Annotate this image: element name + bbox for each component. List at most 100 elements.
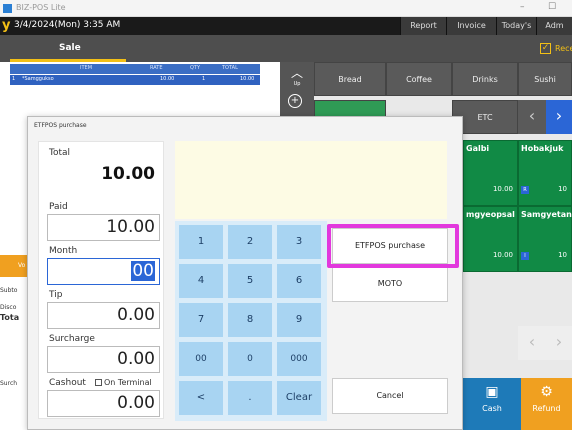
minimize-icon[interactable]: – xyxy=(520,2,525,12)
app-icon xyxy=(3,4,12,13)
row-rate: 10.00 xyxy=(160,76,175,82)
chevron-left-icon[interactable]: ‹ xyxy=(518,100,546,134)
key-5[interactable]: 5 xyxy=(228,264,272,298)
refund-label: Refund xyxy=(532,404,561,413)
tip-field[interactable]: 0.00 xyxy=(47,302,160,329)
dialog-title: ETFPOS purchase xyxy=(34,122,87,129)
key-3[interactable]: 3 xyxy=(277,225,321,259)
key-1[interactable]: 1 xyxy=(179,225,223,259)
row-qty: 1 xyxy=(202,76,206,82)
key-backspace[interactable]: < xyxy=(179,381,223,415)
discount-label: Disco xyxy=(0,304,17,311)
key-000[interactable]: 000 xyxy=(277,342,321,376)
row-total: 10.00 xyxy=(240,76,255,82)
receipt-label: Rece xyxy=(555,44,572,53)
on-terminal-checkbox[interactable] xyxy=(95,379,102,386)
numeric-keypad: 1 2 3 4 5 6 7 8 9 00 0 000 < . Clear xyxy=(175,221,327,421)
cashout-label: Cashout xyxy=(49,378,86,388)
etfpos-purchase-dialog: ETFPOS purchase Total 10.00 Paid 10.00 M… xyxy=(27,116,463,430)
surcharge-side-label: Surch xyxy=(0,380,18,387)
category-bread[interactable]: Bread xyxy=(314,62,386,96)
date-time: 3/4/2024(Mon) 3:35 AM xyxy=(14,20,121,30)
focus-highlight xyxy=(327,224,459,268)
key-2[interactable]: 2 xyxy=(228,225,272,259)
refund-button[interactable]: ⚙ Refund xyxy=(521,378,572,430)
key-4[interactable]: 4 xyxy=(179,264,223,298)
key-decimal[interactable]: . xyxy=(228,381,272,415)
chevron-up-icon: ︿ xyxy=(290,66,303,80)
product-name: Samgyetang xyxy=(521,210,572,219)
cashout-field[interactable]: 0.00 xyxy=(47,390,160,417)
payment-fields: Total 10.00 Paid 10.00 Month 00 Tip 0.00… xyxy=(38,141,164,419)
col-rate: RATE xyxy=(150,65,163,71)
surcharge-label: Surcharge xyxy=(49,334,95,344)
chevron-left-icon[interactable]: ‹ xyxy=(518,326,546,360)
month-value: 00 xyxy=(131,261,155,281)
product-samgyetang[interactable]: Samgyetang I 10 xyxy=(518,206,572,272)
product-galbi[interactable]: Galbi 10.00 xyxy=(463,140,518,206)
product-name: Galbi xyxy=(466,144,490,153)
table-row[interactable]: 1 *Samggukso 10.00 1 10.00 xyxy=(10,75,260,85)
cash-label: Cash xyxy=(482,404,502,413)
paid-label: Paid xyxy=(49,202,68,212)
col-total: TOTAL xyxy=(222,65,238,71)
on-terminal-label: On Terminal xyxy=(104,378,152,387)
invoice-button[interactable]: Invoice xyxy=(446,17,496,35)
key-9[interactable]: 9 xyxy=(277,303,321,337)
receipt-checkbox[interactable]: ✓ xyxy=(540,43,551,54)
product-tag: I xyxy=(521,252,529,260)
product-price: 10.00 xyxy=(492,185,513,193)
tip-label: Tip xyxy=(49,290,63,300)
key-clear[interactable]: Clear xyxy=(277,381,321,415)
key-7[interactable]: 7 xyxy=(179,303,223,337)
product-name: Hobakjuk xyxy=(521,144,564,153)
void-button[interactable]: Vo xyxy=(0,255,27,277)
void-label: Vo xyxy=(18,262,26,269)
maximize-icon[interactable]: ☐ xyxy=(548,2,556,12)
row-item: *Samggukso xyxy=(22,76,54,82)
up-label: Up xyxy=(293,81,301,87)
message-display xyxy=(175,141,447,219)
product-price: 10.00 xyxy=(492,251,513,259)
chevron-right-icon[interactable]: › xyxy=(546,326,572,360)
on-terminal-option[interactable]: On Terminal xyxy=(95,378,152,387)
category-coffee[interactable]: Coffee xyxy=(386,62,452,96)
paid-field[interactable]: 10.00 xyxy=(47,214,160,241)
total-label: Total xyxy=(49,148,71,158)
cancel-button[interactable]: Cancel xyxy=(332,378,448,414)
admin-button[interactable]: Adm xyxy=(536,17,572,35)
plus-circle-icon[interactable]: + xyxy=(288,94,302,108)
product-price: 10 xyxy=(558,185,567,193)
sale-band: Sale ✓ Rece xyxy=(0,35,572,62)
category-drinks[interactable]: Drinks xyxy=(452,62,518,96)
col-item: ITEM xyxy=(80,65,93,71)
product-tag: R xyxy=(521,186,529,194)
todays-button[interactable]: Today's xyxy=(496,17,536,35)
month-label: Month xyxy=(49,246,78,256)
app-logo: y xyxy=(2,18,11,33)
order-table-header: ITEM RATE QTY TOTAL xyxy=(10,64,260,74)
up-button[interactable]: ︿ Up xyxy=(284,64,310,94)
key-00[interactable]: 00 xyxy=(179,342,223,376)
cash-button[interactable]: ▣ Cash xyxy=(463,378,521,430)
month-field[interactable]: 00 xyxy=(47,258,160,285)
product-samgyeopsal[interactable]: mgyeopsal 10.00 xyxy=(463,206,518,272)
chevron-right-icon[interactable]: › xyxy=(546,100,572,134)
tab-sale[interactable]: Sale xyxy=(59,43,81,53)
key-8[interactable]: 8 xyxy=(228,303,272,337)
refund-icon: ⚙ xyxy=(540,384,553,400)
category-sushi[interactable]: Sushi xyxy=(518,62,572,96)
subtotal-label: Subto xyxy=(0,287,18,294)
top-header: y 3/4/2024(Mon) 3:35 AM Report Invoice T… xyxy=(0,17,572,35)
key-0[interactable]: 0 xyxy=(228,342,272,376)
moto-button[interactable]: MOTO xyxy=(332,266,448,302)
surcharge-field[interactable]: 0.00 xyxy=(47,346,160,373)
row-no: 1 xyxy=(12,76,16,82)
report-button[interactable]: Report xyxy=(400,17,446,35)
product-hobakjuk[interactable]: Hobakjuk R 10 xyxy=(518,140,572,206)
key-6[interactable]: 6 xyxy=(277,264,321,298)
product-price: 10 xyxy=(558,251,567,259)
product-name: mgyeopsal xyxy=(466,210,515,219)
total-value: 10.00 xyxy=(101,164,155,184)
cash-icon: ▣ xyxy=(485,384,499,400)
